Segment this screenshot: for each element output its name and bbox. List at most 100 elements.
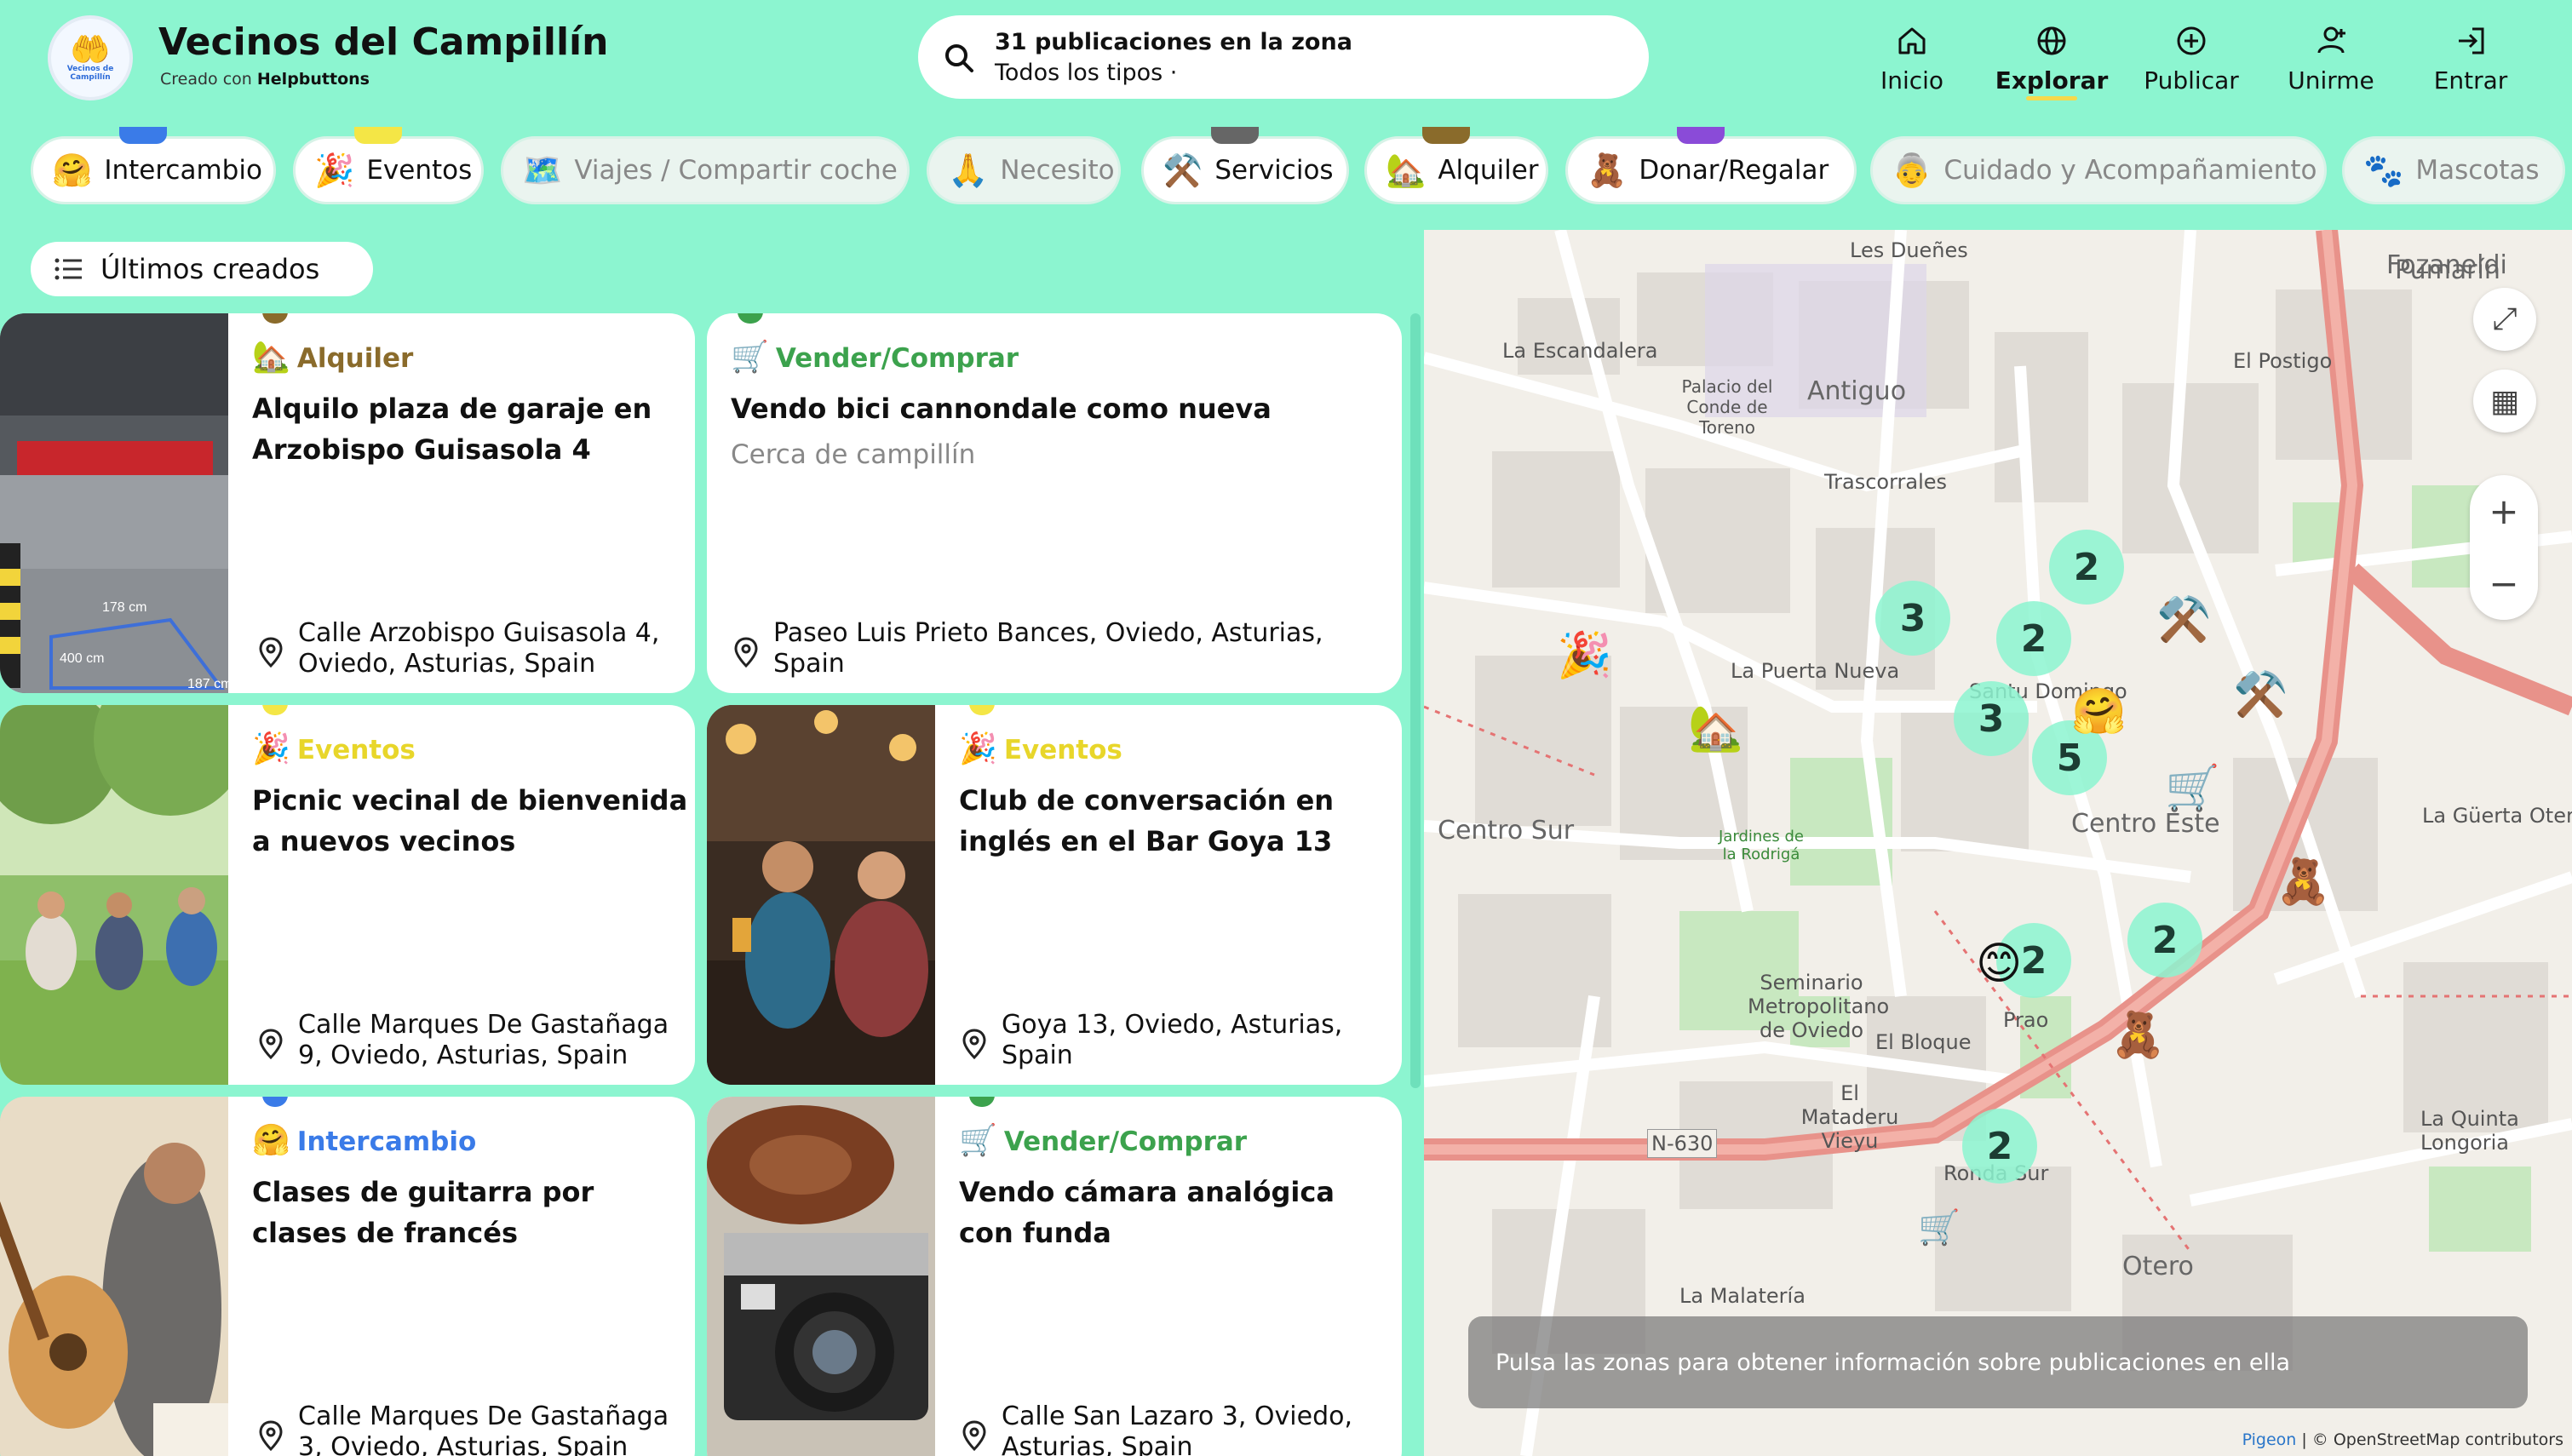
post-address-text: Calle San Lazaro 3, Oviedo, Asturias, Sp… [1002,1402,1353,1456]
category-dot [262,1097,288,1107]
map-cluster[interactable]: 2 [1962,1109,2037,1184]
post-address: Paseo Luis Prieto Bances, Oviedo, Asturi… [734,618,1364,679]
map-label-trascorrales: Trascorrales [1824,470,1948,494]
location-pin-icon [259,637,283,668]
post-address: Calle San Lazaro 3, Oviedo, Asturias, Sp… [962,1402,1388,1456]
post-image-picnic [0,705,228,1085]
home-icon [1898,27,1926,54]
category-eventos[interactable]: 🎉 Eventos [293,127,484,204]
zoom-out-button[interactable]: − [2470,547,2538,620]
map-label-postigo: El Postigo [2233,349,2333,373]
category-label: Alquiler [1438,155,1539,186]
nav-unirme[interactable]: Unirme [2267,19,2395,104]
post-title: Picnic vecinal de bienvenida a nuevos ve… [252,784,688,857]
location-pin-icon [962,1029,986,1059]
posts-panel: Últimos creados 178 cm 400 cm 187 cm 🏡 A… [0,230,1424,1456]
post-card[interactable]: 🎉 Eventos Club de conversación en inglés … [707,705,1402,1085]
post-address-text: Calle Marques De Gastañaga 3, Oviedo, As… [298,1402,669,1456]
post-category-label: Alquiler [296,343,414,374]
hug-marker-icon[interactable]: 😊 [1976,942,2022,986]
post-card[interactable]: 178 cm 400 cm 187 cm 🏡 Alquiler Alquilo p… [0,313,695,693]
post-address: Calle Marques De Gastañaga 3, Oviedo, As… [259,1402,685,1456]
map-label-n630: N-630 [1647,1129,1718,1158]
search-count: 31 publicaciones en la zona [995,29,1352,55]
logo-text: Vecinos de Campillín [66,65,114,82]
category-necesito[interactable]: 🙏 Necesito [927,136,1121,204]
map-cluster[interactable]: 3 [1875,581,1950,656]
post-category: 🛒 Vender/Comprar [959,1122,1247,1158]
category-cuidado[interactable]: 👵 Cuidado y Acompañamiento [1870,136,2327,204]
community-title[interactable]: Vecinos del Campillín [158,20,608,64]
post-image-guitar [0,1097,228,1456]
map-base [1424,230,2572,1456]
party-popper-icon: 🎉 [959,731,997,766]
map-cluster[interactable]: 2 [2127,903,2202,977]
category-filter-bar: 🤗 Intercambio 🎉 Eventos 🗺️ Viajes / Comp… [0,118,2572,228]
osm-attribution[interactable]: | © OpenStreetMap contributors [2301,1430,2563,1449]
helpbuttons-link[interactable]: Helpbuttons [257,70,370,89]
map-view[interactable]: Antiguo Trascorrales La Escandalera Les … [1424,230,2572,1456]
sort-label: Últimos creados [100,253,320,285]
nav-publicar[interactable]: Publicar [2127,19,2255,104]
post-card[interactable]: 🛒 Vender/Comprar Vendo bici cannondale co… [707,313,1402,693]
nav-explorar[interactable]: Explorar [1988,19,2116,104]
post-category: 🛒 Vender/Comprar [731,339,1019,375]
category-viajes[interactable]: 🗺️ Viajes / Compartir coche [501,136,910,204]
post-title: Club de conversación en inglés en el Bar… [959,784,1335,857]
post-category: 🤗 Intercambio [252,1122,476,1158]
hug-marker-icon[interactable]: 🤗 [2071,690,2127,734]
map-cluster[interactable]: 3 [1954,681,2029,756]
location-pin-icon [734,637,758,668]
pigeon-link[interactable]: Pigeon [2242,1430,2297,1449]
category-mascotas[interactable]: 🐾 Mascotas [2342,136,2565,204]
category-donar-regalar[interactable]: 🧸 Donar/Regalar [1565,127,1857,204]
svg-text:178 cm: 178 cm [102,600,146,615]
post-address-text: Paseo Luis Prieto Bances, Oviedo, Asturi… [773,618,1323,679]
party-popper-icon: 🎉 [252,731,290,766]
category-intercambio[interactable]: 🤗 Intercambio [31,127,276,204]
post-category-label: Eventos [296,735,416,765]
party-marker-icon[interactable]: 🎉 [1557,633,1612,678]
post-description: Cerca de campillín [731,439,976,470]
list-scrollbar[interactable] [1410,313,1421,1088]
community-logo[interactable]: 🤲 Vecinos de Campillín [48,15,133,100]
active-underline [2026,96,2077,100]
map-label-malateria: La Malatería [1679,1284,1806,1308]
sort-dropdown[interactable]: Últimos creados [31,242,373,296]
nav-entrar[interactable]: Entrar [2407,19,2535,104]
category-alquiler[interactable]: 🏡 Alquiler [1364,127,1548,204]
nav-inicio[interactable]: Inicio [1848,19,1976,104]
map-label-palacio: Palacio del Conde de Toreno [1681,376,1773,438]
post-title: Vendo cámara analógica con funda [959,1176,1335,1249]
plus-circle-icon [2177,26,2206,55]
tools-marker-icon[interactable]: ⚒️ [2233,673,2288,717]
category-label: Servicios [1214,155,1334,186]
map-cluster[interactable]: 2 [1996,601,2071,676]
globe-icon [2037,26,2066,55]
fullscreen-button[interactable]: ⤢ [2473,288,2536,351]
category-color-tag [1211,127,1259,144]
posts-list: 178 cm 400 cm 187 cm 🏡 Alquiler Alquilo p… [0,313,1424,1456]
map-label-antiguo: Antiguo [1807,376,1907,406]
tools-marker-icon[interactable]: ⚒️ [2156,598,2212,642]
search-filter-box[interactable]: 31 publicaciones en la zona Todos los ti… [918,15,1649,99]
location-pin-icon [259,1420,283,1451]
store-icon[interactable]: ▦ [2473,370,2536,433]
zoom-in-button[interactable]: + [2470,475,2538,547]
house-icon: 🏡 [252,340,290,375]
teddy-marker-icon[interactable]: 🧸 [2110,1013,2166,1058]
post-card[interactable]: 🛒 Vender/Comprar Vendo cámara analógica c… [707,1097,1402,1456]
location-pin-icon [259,1029,283,1059]
house-marker-icon[interactable]: 🏡 [1688,707,1743,751]
map-label-seminario: Seminario Metropolitano de Oviedo [1748,971,1890,1042]
cart-marker-icon[interactable]: 🛒 [2165,766,2220,811]
search-icon [945,44,973,72]
map-label-mataderu: El Mataderu Vieyu [1800,1081,1899,1153]
map-cluster[interactable]: 2 [2049,530,2124,605]
post-card[interactable]: 🎉 Eventos Picnic vecinal de bienvenida a … [0,705,695,1085]
category-servicios[interactable]: ⚒️ Servicios [1141,127,1349,204]
post-card[interactable]: 🤗 Intercambio Clases de guitarra por clas… [0,1097,695,1456]
teddy-marker-icon[interactable]: 🧸 [2276,860,2331,904]
category-label: Viajes / Compartir coche [574,155,898,186]
cart-marker-icon[interactable]: 🛒 [1918,1211,1961,1245]
